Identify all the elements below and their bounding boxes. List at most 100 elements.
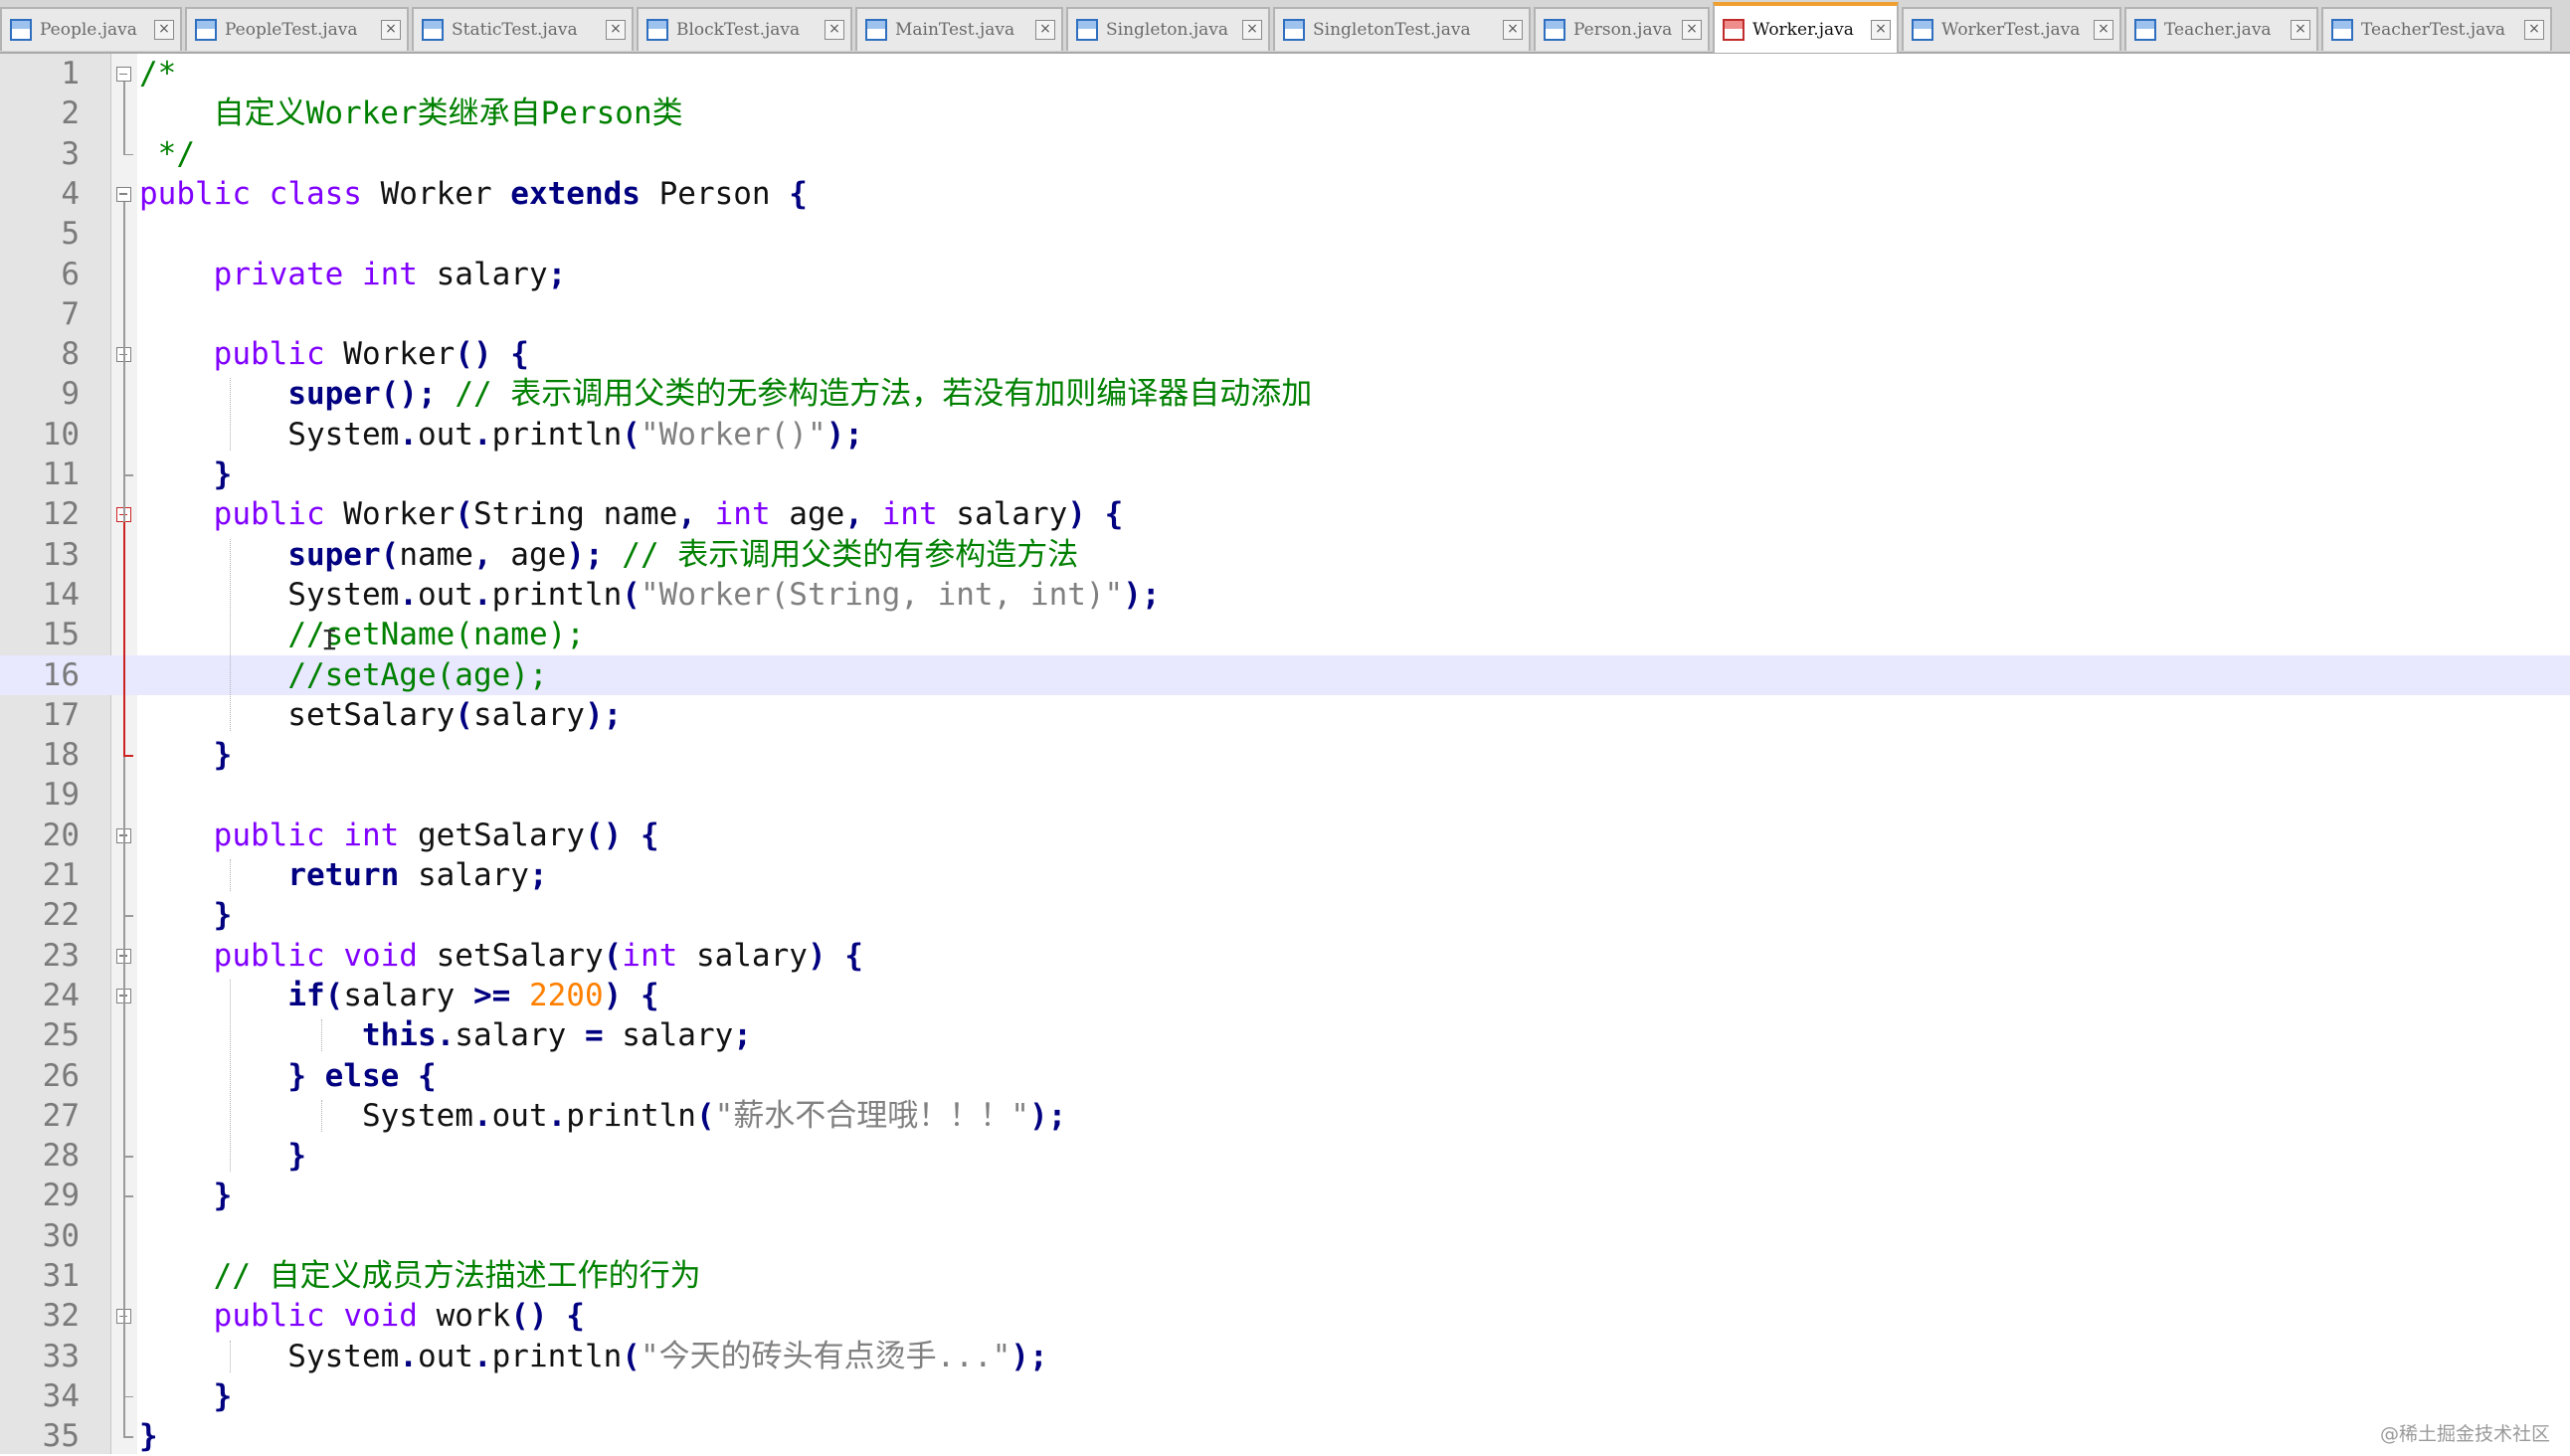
close-icon[interactable]: × bbox=[1871, 19, 1891, 40]
code-line[interactable]: 12 public Worker(String name, int age, i… bbox=[0, 494, 2570, 534]
close-icon[interactable]: × bbox=[381, 20, 401, 40]
code-line[interactable]: 15 //setName(name); bbox=[0, 615, 2570, 654]
code-token: "薪水不合理哦！！！" bbox=[714, 1097, 1029, 1134]
code-line[interactable]: 2 自定义Worker类继承自Person类 bbox=[0, 93, 2570, 133]
code-line[interactable]: 21 return salary; bbox=[0, 855, 2570, 895]
code-line[interactable]: 19 bbox=[0, 775, 2570, 815]
code-token: else bbox=[324, 1057, 400, 1094]
close-icon[interactable]: × bbox=[1242, 20, 1262, 40]
code-token: } bbox=[287, 1057, 306, 1094]
code-token: public bbox=[139, 175, 251, 212]
tab-blocktest[interactable]: BlockTest.java × bbox=[637, 7, 852, 51]
code-line[interactable]: 30 bbox=[0, 1216, 2570, 1256]
tab-label: People.java bbox=[40, 20, 137, 40]
fold-end-marker bbox=[123, 474, 133, 476]
code-token: { bbox=[640, 817, 659, 853]
code-line[interactable]: 26 } else { bbox=[0, 1056, 2570, 1096]
code-line[interactable]: 20 public int getSalary() { bbox=[0, 816, 2570, 855]
tab-people[interactable]: People.java × bbox=[0, 7, 182, 51]
code-line[interactable]: 14 System.out.println("Worker(String, in… bbox=[0, 575, 2570, 615]
fold-range-line bbox=[123, 82, 125, 154]
tab-statictest[interactable]: StaticTest.java × bbox=[412, 7, 634, 51]
code-line[interactable]: 32 public void work() { bbox=[0, 1296, 2570, 1336]
code-line[interactable]: 1 /* bbox=[0, 54, 2570, 93]
tab-singletontest[interactable]: SingletonTest.java × bbox=[1273, 7, 1531, 51]
code-line[interactable]: 8 public Worker() { bbox=[0, 334, 2570, 374]
indent-guide bbox=[230, 378, 232, 451]
code-token: salary bbox=[677, 937, 808, 974]
code-line[interactable]: 3 */ bbox=[0, 134, 2570, 174]
close-icon[interactable]: × bbox=[825, 20, 844, 40]
code-line[interactable]: 17 setSalary(salary); bbox=[0, 695, 2570, 735]
tab-teachertest[interactable]: TeacherTest.java × bbox=[2321, 7, 2552, 51]
code-line[interactable]: 34 } bbox=[0, 1376, 2570, 1416]
line-number: 6 bbox=[61, 256, 80, 292]
line-number: 7 bbox=[61, 295, 80, 332]
tab-person[interactable]: Person.java × bbox=[1534, 7, 1710, 51]
code-token: getSalary bbox=[399, 817, 585, 853]
tab-workertest[interactable]: WorkerTest.java × bbox=[1902, 7, 2121, 51]
watermark: @稀土掘金技术社区 bbox=[2379, 1423, 2550, 1445]
code-line[interactable]: 28 } bbox=[0, 1136, 2570, 1176]
close-icon[interactable]: × bbox=[1035, 20, 1055, 40]
code-text: public Worker(String name, int age, int … bbox=[139, 494, 1124, 534]
close-icon[interactable]: × bbox=[606, 20, 626, 40]
fold-minus-icon[interactable] bbox=[116, 67, 131, 82]
code-token: 自定义Worker类继承自Person类 bbox=[139, 95, 683, 132]
close-icon[interactable]: × bbox=[1503, 20, 1523, 40]
code-text: public void work() { bbox=[139, 1296, 585, 1336]
code-token: { bbox=[1104, 496, 1124, 533]
close-icon[interactable]: × bbox=[2094, 20, 2113, 40]
code-token: salary bbox=[417, 256, 548, 292]
fold-range-line bbox=[123, 362, 125, 474]
line-number: 21 bbox=[42, 857, 80, 893]
java-file-icon bbox=[10, 19, 32, 41]
code-line[interactable]: 7 bbox=[0, 294, 2570, 334]
code-text: System.out.println("Worker()"); bbox=[139, 415, 863, 455]
code-line[interactable]: 31 // 自定义成员方法描述工作的行为 bbox=[0, 1256, 2570, 1296]
tab-peopletest[interactable]: PeopleTest.java × bbox=[185, 7, 409, 51]
close-icon[interactable]: × bbox=[154, 20, 174, 40]
code-line[interactable]: 11 } bbox=[0, 455, 2570, 494]
code-line[interactable]: 22 } bbox=[0, 895, 2570, 935]
code-line[interactable]: 9 super(); // 表示调用父类的无参构造方法，若没有加则编译器自动添加 bbox=[0, 374, 2570, 414]
code-line[interactable]: 35} bbox=[0, 1416, 2570, 1456]
code-line[interactable]: 6 private int salary; bbox=[0, 255, 2570, 294]
code-line[interactable]: 16 //setAge(age); bbox=[0, 654, 2570, 695]
close-icon[interactable]: × bbox=[2291, 20, 2310, 40]
tab-worker[interactable]: Worker.java × bbox=[1713, 2, 1899, 53]
code-token: System bbox=[139, 416, 400, 453]
fold-end-marker bbox=[123, 1436, 133, 1438]
code-line[interactable]: 33 System.out.println("今天的砖头有点烫手..."); bbox=[0, 1337, 2570, 1376]
java-file-icon bbox=[195, 19, 217, 41]
code-token: ( bbox=[455, 696, 473, 733]
code-line[interactable]: 29 } bbox=[0, 1176, 2570, 1215]
code-token: { bbox=[566, 1298, 585, 1335]
tab-teacher[interactable]: Teacher.java × bbox=[2124, 7, 2318, 51]
fold-minus-icon[interactable] bbox=[116, 186, 131, 202]
line-number: 2 bbox=[61, 95, 80, 132]
tab-maintest[interactable]: MainTest.java × bbox=[855, 7, 1063, 51]
code-line[interactable]: 13 super(name, age); // 表示调用父类的有参构造方法 bbox=[0, 535, 2570, 575]
code-token: } bbox=[139, 1418, 158, 1455]
code-line[interactable]: 10 System.out.println("Worker()"); bbox=[0, 415, 2570, 455]
close-icon[interactable]: × bbox=[2524, 20, 2544, 40]
code-editor[interactable]: 1/* 2 自定义Worker类继承自Person类 3 */4 public cla… bbox=[0, 54, 2570, 1454]
code-token: int bbox=[343, 817, 400, 853]
tab-singleton[interactable]: Singleton.java × bbox=[1066, 7, 1270, 51]
code-line[interactable]: 18 } bbox=[0, 735, 2570, 775]
code-token: { bbox=[789, 175, 808, 212]
code-line[interactable]: 4 public class Worker extends Person { bbox=[0, 174, 2570, 214]
code-token: ) bbox=[1067, 496, 1086, 533]
code-line[interactable]: 24 if(salary >= 2200) { bbox=[0, 976, 2570, 1015]
code-line[interactable]: 23 public void setSalary(int salary) { bbox=[0, 936, 2570, 976]
code-token: name bbox=[399, 536, 473, 573]
code-line[interactable]: 5 bbox=[0, 214, 2570, 254]
code-line[interactable]: 25 this.salary = salary; bbox=[0, 1015, 2570, 1055]
code-line[interactable]: 27 System.out.println("薪水不合理哦！！！"); bbox=[0, 1096, 2570, 1136]
close-icon[interactable]: × bbox=[1682, 20, 1702, 40]
